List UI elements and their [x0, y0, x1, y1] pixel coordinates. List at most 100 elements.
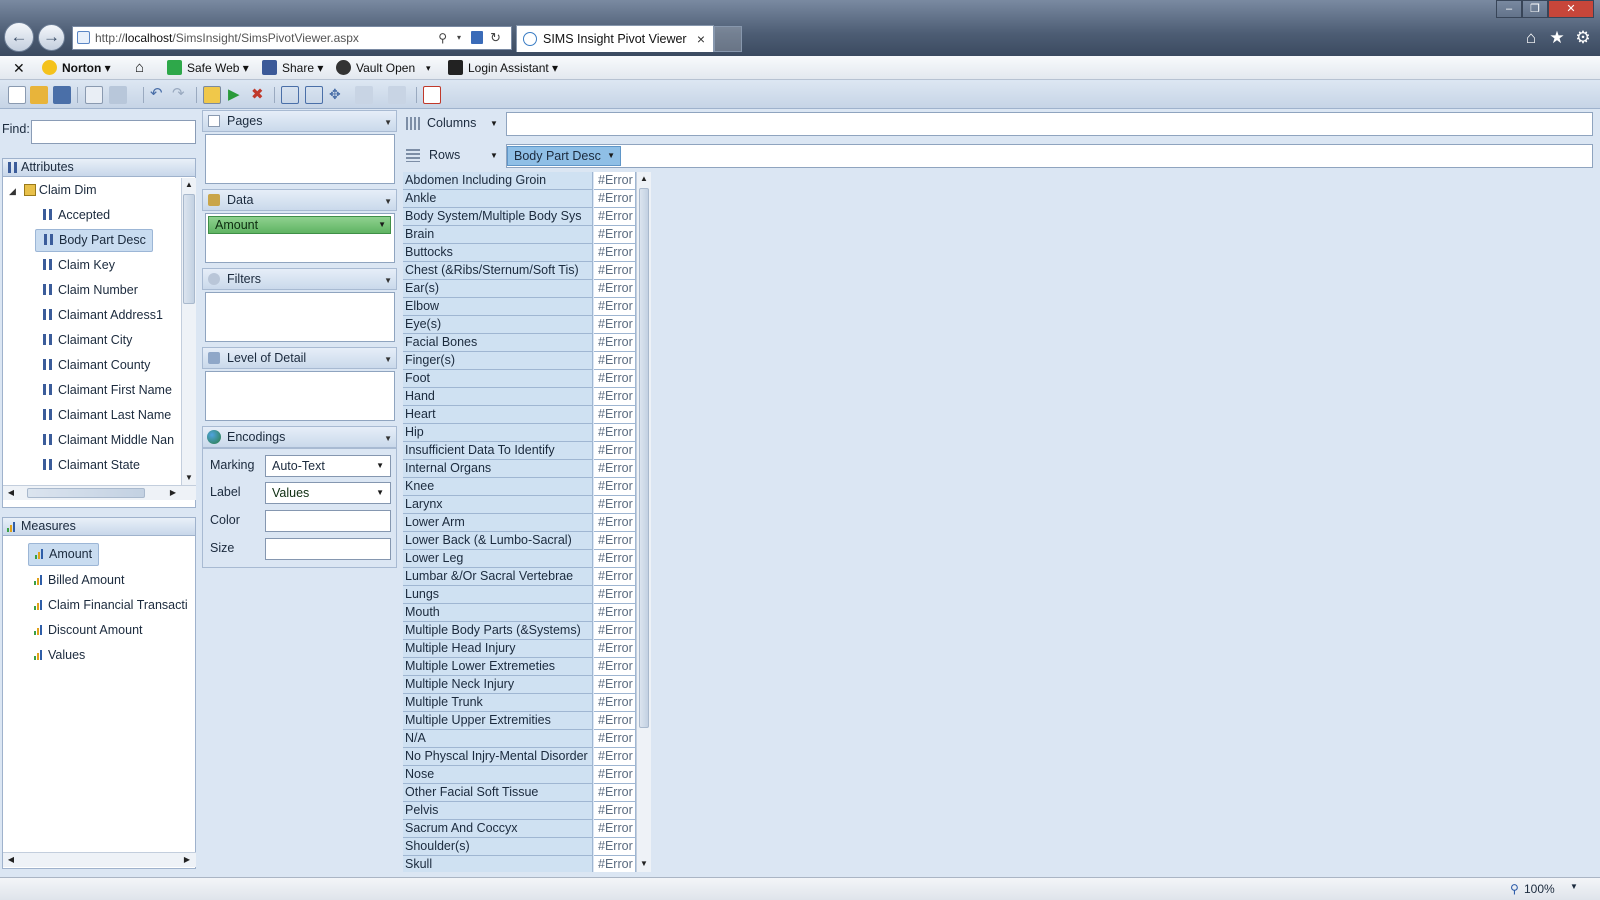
- measure-item[interactable]: Billed Amount: [34, 568, 130, 593]
- zoom-dropdown-icon[interactable]: ▼: [1570, 882, 1578, 891]
- favorites-star-icon[interactable]: ★: [1546, 28, 1568, 50]
- value-cell[interactable]: #Error: [594, 388, 636, 406]
- login-assistant-button[interactable]: Login Assistant ▾: [448, 59, 558, 77]
- home-icon[interactable]: ⌂: [1520, 28, 1542, 50]
- data-drop-area[interactable]: Amount ▼: [205, 213, 395, 263]
- value-cell[interactable]: #Error: [594, 262, 636, 280]
- gear-icon[interactable]: ⚙: [1572, 28, 1594, 50]
- move-icon[interactable]: ✥: [329, 86, 347, 104]
- value-cell[interactable]: #Error: [594, 460, 636, 478]
- zoom-icon[interactable]: ⚲: [1510, 882, 1519, 896]
- new-tab-button[interactable]: [714, 26, 742, 52]
- rows-drop-area[interactable]: Body Part Desc ▼: [506, 144, 1593, 168]
- pages-header[interactable]: Pages ▼: [202, 110, 397, 132]
- safe-web-button[interactable]: Safe Web ▾: [167, 59, 249, 77]
- row-header-cell[interactable]: Insufficient Data To Identify: [403, 442, 593, 460]
- rows-body-part-desc-pill[interactable]: Body Part Desc ▼: [507, 146, 621, 166]
- scroll-left-arrow-icon[interactable]: ◀: [5, 487, 17, 499]
- chevron-down-icon[interactable]: ▼: [490, 151, 498, 160]
- attribute-item[interactable]: Claimant City: [35, 328, 138, 353]
- row-header-cell[interactable]: Multiple Body Parts (&Systems): [403, 622, 593, 640]
- grid-vertical-scrollbar[interactable]: ▲ ▼: [636, 172, 651, 872]
- chevron-down-icon[interactable]: ▼: [384, 112, 392, 133]
- share-button[interactable]: Share ▾: [262, 59, 323, 77]
- attribute-item[interactable]: Body Part Desc: [35, 229, 153, 252]
- refresh-icon[interactable]: ↻: [490, 27, 501, 49]
- chevron-down-icon[interactable]: ▼: [376, 456, 384, 476]
- row-header-cell[interactable]: Internal Organs: [403, 460, 593, 478]
- level-of-detail-drop-area[interactable]: [205, 371, 395, 421]
- forward-button[interactable]: →: [38, 24, 65, 51]
- value-cell[interactable]: #Error: [594, 334, 636, 352]
- data-header[interactable]: Data ▼: [202, 189, 397, 211]
- scroll-thumb[interactable]: [183, 194, 195, 304]
- value-cell[interactable]: #Error: [594, 694, 636, 712]
- scroll-right-arrow-icon[interactable]: ▶: [181, 854, 193, 866]
- row-header-cell[interactable]: Multiple Trunk: [403, 694, 593, 712]
- label-values-pill[interactable]: Values ▼: [265, 482, 391, 504]
- redo-icon[interactable]: ↷: [172, 86, 190, 104]
- home-favorite-icon[interactable]: ⌂: [135, 59, 144, 77]
- row-header-cell[interactable]: Nose: [403, 766, 593, 784]
- run-icon[interactable]: ▶: [228, 86, 246, 104]
- row-header-cell[interactable]: Skull: [403, 856, 593, 872]
- attributes-horizontal-scrollbar[interactable]: ◀ ▶: [3, 485, 196, 500]
- marking-select[interactable]: Auto-Text ▼: [265, 455, 391, 477]
- value-cell[interactable]: #Error: [594, 172, 636, 190]
- value-cell[interactable]: #Error: [594, 856, 636, 872]
- row-header-cell[interactable]: Sacrum And Coccyx: [403, 820, 593, 838]
- open-folder-icon[interactable]: [30, 86, 48, 104]
- new-file-icon[interactable]: [8, 86, 26, 104]
- value-cell[interactable]: #Error: [594, 820, 636, 838]
- compat-view-icon[interactable]: [471, 31, 483, 44]
- attribute-item[interactable]: Claimant Middle Nan: [35, 428, 180, 453]
- vault-open-button[interactable]: Vault Open: [336, 59, 415, 77]
- undo-icon[interactable]: ↶: [150, 86, 168, 104]
- search-dropdown-icon[interactable]: ▾: [457, 27, 461, 49]
- scroll-down-arrow-icon[interactable]: ▼: [183, 472, 195, 484]
- row-header-cell[interactable]: Multiple Upper Extremities: [403, 712, 593, 730]
- value-cell[interactable]: #Error: [594, 604, 636, 622]
- value-cell[interactable]: #Error: [594, 766, 636, 784]
- encodings-header[interactable]: Encodings ▼: [202, 426, 397, 448]
- data-amount-pill[interactable]: Amount ▼: [208, 216, 391, 234]
- row-header-cell[interactable]: Other Facial Soft Tissue: [403, 784, 593, 802]
- attribute-item[interactable]: Claimant Last Name: [35, 403, 177, 428]
- attributes-vertical-scrollbar[interactable]: ▲ ▼: [181, 178, 196, 485]
- value-cell[interactable]: #Error: [594, 514, 636, 532]
- zoom-level[interactable]: 100%: [1524, 882, 1555, 896]
- value-cell[interactable]: #Error: [594, 622, 636, 640]
- attribute-item[interactable]: Claimant First Name: [35, 378, 178, 403]
- attribute-item[interactable]: Claimant County: [35, 353, 156, 378]
- value-cell[interactable]: #Error: [594, 352, 636, 370]
- row-header-cell[interactable]: Lower Arm: [403, 514, 593, 532]
- row-header-cell[interactable]: Multiple Head Injury: [403, 640, 593, 658]
- value-cell[interactable]: #Error: [594, 640, 636, 658]
- chevron-down-icon[interactable]: ▼: [384, 428, 392, 449]
- value-cell[interactable]: #Error: [594, 568, 636, 586]
- chevron-down-icon[interactable]: ▼: [384, 191, 392, 212]
- export-icon[interactable]: [109, 86, 127, 104]
- measure-item[interactable]: Values: [34, 643, 91, 668]
- tree-root-claim-dim[interactable]: ◢ Claim Dim: [9, 178, 97, 203]
- chevron-down-icon[interactable]: ▼: [490, 119, 498, 128]
- chevron-down-icon[interactable]: ▼: [607, 147, 615, 165]
- value-cell[interactable]: #Error: [594, 208, 636, 226]
- row-header-cell[interactable]: Larynx: [403, 496, 593, 514]
- auto-update-icon[interactable]: [203, 86, 221, 104]
- row-header-cell[interactable]: Multiple Neck Injury: [403, 676, 593, 694]
- row-header-cell[interactable]: Body System/Multiple Body Sys: [403, 208, 593, 226]
- value-cell[interactable]: #Error: [594, 676, 636, 694]
- row-header-cell[interactable]: Mouth: [403, 604, 593, 622]
- row-header-cell[interactable]: Abdomen Including Groin: [403, 172, 593, 190]
- save-icon[interactable]: [53, 86, 71, 104]
- value-cell[interactable]: #Error: [594, 442, 636, 460]
- chevron-down-icon[interactable]: ▼: [376, 483, 384, 503]
- filters-header[interactable]: Filters ▼: [202, 268, 397, 290]
- value-cell[interactable]: #Error: [594, 658, 636, 676]
- scroll-down-arrow-icon[interactable]: ▼: [638, 858, 650, 870]
- columns-drop-area[interactable]: [506, 112, 1593, 136]
- row-header-cell[interactable]: Hand: [403, 388, 593, 406]
- chevron-down-icon[interactable]: ▼: [378, 217, 386, 233]
- row-header-cell[interactable]: Foot: [403, 370, 593, 388]
